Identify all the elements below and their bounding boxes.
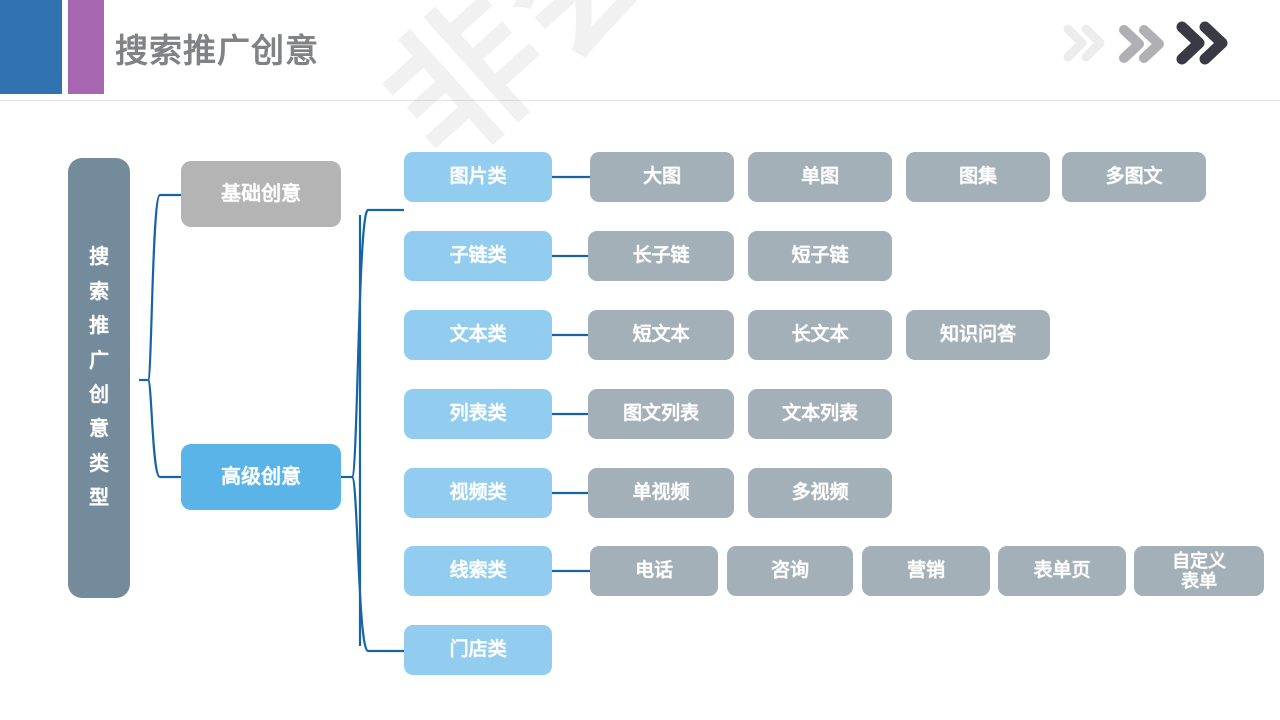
chevron-double-right-mid-icon bbox=[1117, 22, 1167, 66]
root-char: 广 bbox=[89, 349, 109, 372]
leaf-marketing[interactable]: 营销 bbox=[862, 546, 990, 596]
leaf-single-video[interactable]: 单视频 bbox=[588, 468, 734, 518]
leaf-custom-form[interactable]: 自定义 表单 bbox=[1134, 546, 1264, 596]
chevron-double-right-dark-icon bbox=[1174, 18, 1230, 68]
category-lead[interactable]: 线索类 bbox=[404, 546, 552, 596]
leaf-consult[interactable]: 咨询 bbox=[727, 546, 853, 596]
leaf-knowledge-qa[interactable]: 知识问答 bbox=[906, 310, 1050, 360]
root-node[interactable]: 搜 索 推 广 创 意 类 型 bbox=[68, 158, 130, 598]
category-list[interactable]: 列表类 bbox=[404, 389, 552, 439]
leaf-phone[interactable]: 电话 bbox=[590, 546, 718, 596]
leaf-short-sublink[interactable]: 短子链 bbox=[748, 231, 892, 281]
root-char: 型 bbox=[89, 487, 109, 510]
leaf-long-text[interactable]: 长文本 bbox=[748, 310, 892, 360]
root-char: 推 bbox=[89, 315, 109, 338]
slide-canvas: 搜索推广创意 非会员水印 bbox=[0, 0, 1280, 720]
category-video[interactable]: 视频类 bbox=[404, 468, 552, 518]
leaf-long-sublink[interactable]: 长子链 bbox=[588, 231, 734, 281]
category-image[interactable]: 图片类 bbox=[404, 152, 552, 202]
category-sublink[interactable]: 子链类 bbox=[404, 231, 552, 281]
root-char: 创 bbox=[89, 384, 109, 406]
leaf-image-text-list[interactable]: 图文列表 bbox=[588, 389, 734, 439]
leaf-gallery[interactable]: 图集 bbox=[906, 152, 1050, 202]
root-char: 索 bbox=[89, 280, 109, 303]
category-store[interactable]: 门店类 bbox=[404, 625, 552, 675]
leaf-multi-video[interactable]: 多视频 bbox=[748, 468, 892, 518]
root-char: 搜 bbox=[89, 246, 109, 269]
leaf-form-page[interactable]: 表单页 bbox=[998, 546, 1126, 596]
leaf-single-image[interactable]: 单图 bbox=[748, 152, 892, 202]
node-basic-creative[interactable]: 基础创意 bbox=[181, 161, 341, 227]
leaf-text-list[interactable]: 文本列表 bbox=[748, 389, 892, 439]
leaf-short-text[interactable]: 短文本 bbox=[588, 310, 734, 360]
node-advanced-creative[interactable]: 高级创意 bbox=[181, 444, 341, 510]
page-title: 搜索推广创意 bbox=[115, 32, 319, 69]
header-accent-purple bbox=[68, 0, 104, 94]
leaf-multi-image-text[interactable]: 多图文 bbox=[1062, 152, 1206, 202]
root-char: 类 bbox=[89, 452, 109, 475]
diagram-area: 搜 索 推 广 创 意 类 型 基础创意 高级创意 图片类 子链类 文本类 列表… bbox=[0, 100, 1280, 720]
chevron-double-right-light-icon bbox=[1062, 22, 1108, 64]
root-char: 意 bbox=[89, 418, 109, 441]
header-accent-blue bbox=[0, 0, 62, 94]
category-text[interactable]: 文本类 bbox=[404, 310, 552, 360]
leaf-big-image[interactable]: 大图 bbox=[590, 152, 734, 202]
